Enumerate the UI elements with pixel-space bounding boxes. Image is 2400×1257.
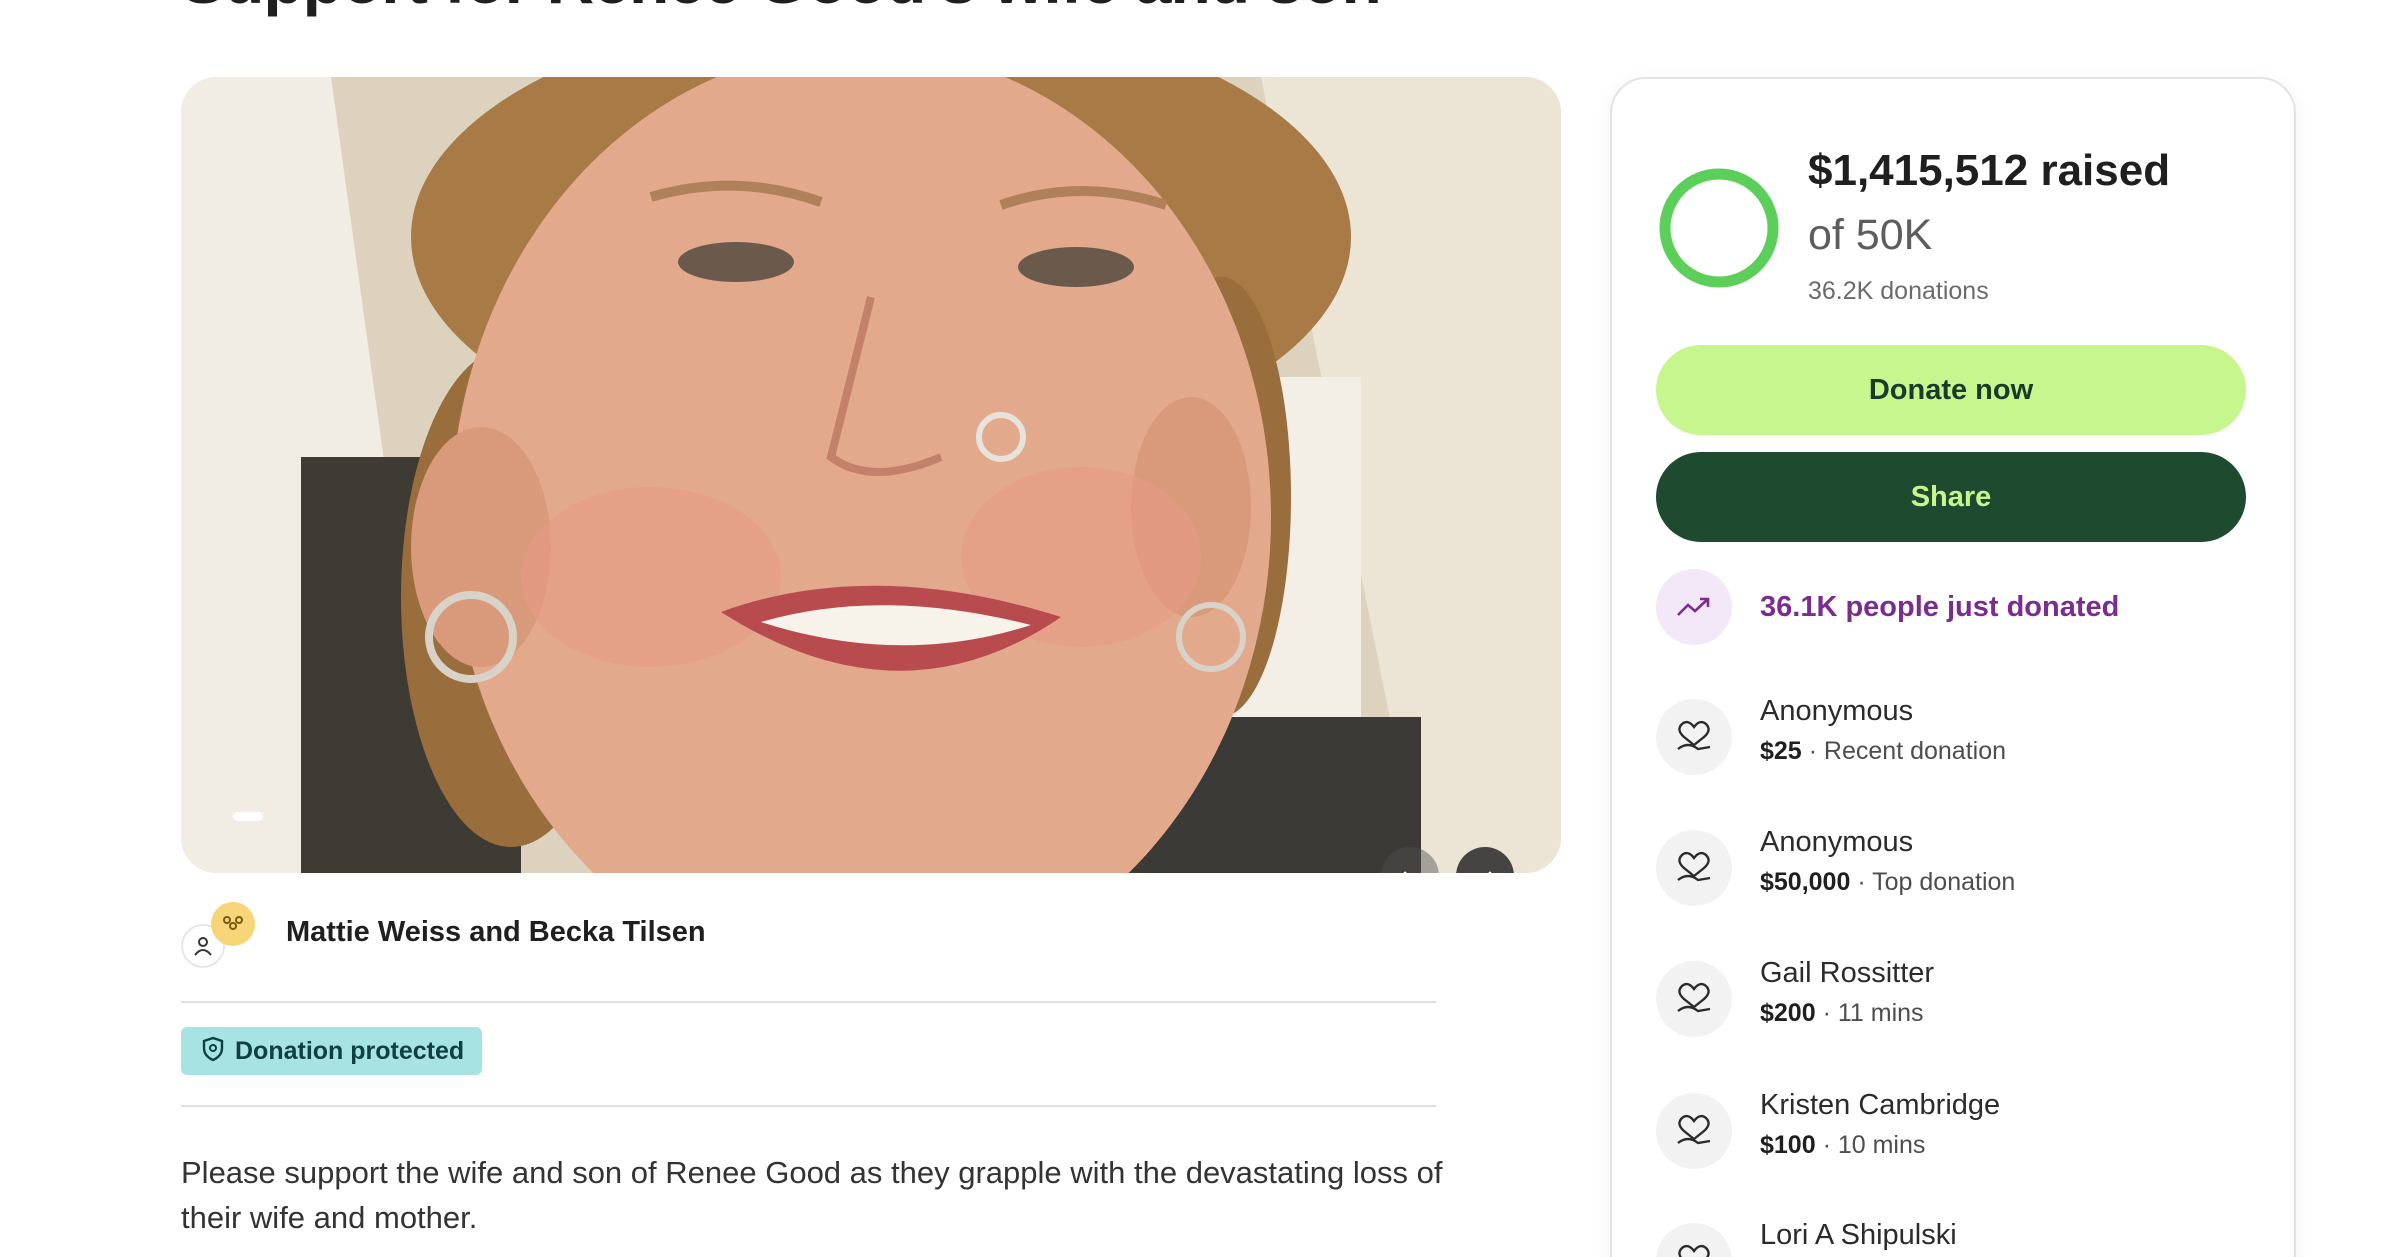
donation-detail: · Top donation [1850,868,2016,896]
slide-indicator[interactable] [233,812,263,821]
donation-amount: $25 [1760,737,1802,765]
donate-now-button[interactable]: Donate now [1656,345,2246,435]
donation-detail: · 11 mins [1815,999,1924,1027]
donation-item[interactable]: Kristen Cambridge $100 · 10 mins [1656,1089,2256,1169]
donation-meta: $50,000 · Top donation [1760,868,2015,897]
donation-amount: $200 [1760,999,1816,1027]
donation-item[interactable]: Lori A Shipulski [1656,1219,2256,1257]
organizer-names[interactable]: Mattie Weiss and Becka Tilsen [286,916,706,949]
organizer-avatars [181,902,261,968]
share-button[interactable]: Share [1656,452,2246,542]
donation-meta: $200 · 11 mins [1760,999,1924,1028]
story-text: Please support the wife and son of Renee… [181,1155,1443,1235]
page-title: Support for Renee Good's wife and son [181,0,1382,18]
organizer-row[interactable]: Mattie Weiss and Becka Tilsen [181,902,881,968]
heart-hand-icon [1656,1093,1732,1169]
photo-illustration [181,77,1561,873]
donation-card: $1,415,512 raised of 50K 36.2K donations… [1610,77,2296,1257]
donor-name: Gail Rossitter [1760,957,1935,989]
donation-detail: · 10 mins [1815,1131,1926,1159]
shield-icon [201,1036,225,1067]
donor-name: Lori A Shipulski [1760,1219,1957,1251]
donation-meta: $25 · Recent donation [1760,737,2006,766]
donation-count: 36.2K donations [1808,277,1989,305]
arrow-right-icon: → [1473,860,1496,874]
donation-meta: $100 · 10 mins [1760,1131,1925,1160]
donation-item[interactable]: Gail Rossitter $200 · 11 mins [1656,957,2256,1037]
heart-hand-icon [1656,830,1732,906]
donation-item[interactable]: Anonymous $25 · Recent donation [1656,695,2256,775]
heart-hand-icon [1656,961,1732,1037]
donor-name: Anonymous [1760,826,1914,858]
divider [181,1105,1436,1107]
badge-label: Donation protected [235,1036,465,1065]
arrow-left-icon: ← [1398,860,1421,874]
donation-detail: · Recent donation [1801,737,2007,765]
donation-amount: $100 [1760,1131,1816,1159]
donation-amount: $50,000 [1760,868,1851,896]
group-icon [211,902,255,946]
donor-name: Anonymous [1760,695,1914,727]
donor-name: Kristen Cambridge [1760,1089,2001,1121]
divider [181,1001,1436,1003]
heart-hand-icon [1656,699,1732,775]
heart-hand-icon [1656,1223,1732,1257]
campaign-photo[interactable]: ← → [181,77,1561,873]
amount-raised: $1,415,512 raised [1808,146,2171,195]
donation-item[interactable]: Anonymous $50,000 · Top donation [1656,826,2256,906]
donation-protected-badge[interactable]: Donation protected [181,1027,483,1075]
trending-up-icon [1656,569,1732,645]
recent-activity[interactable]: 36.1K people just donated [1656,569,2256,645]
goal-amount: of 50K [1808,211,1933,259]
progress-ring [1659,168,1779,288]
recent-donors-label: 36.1K people just donated [1760,591,2120,623]
